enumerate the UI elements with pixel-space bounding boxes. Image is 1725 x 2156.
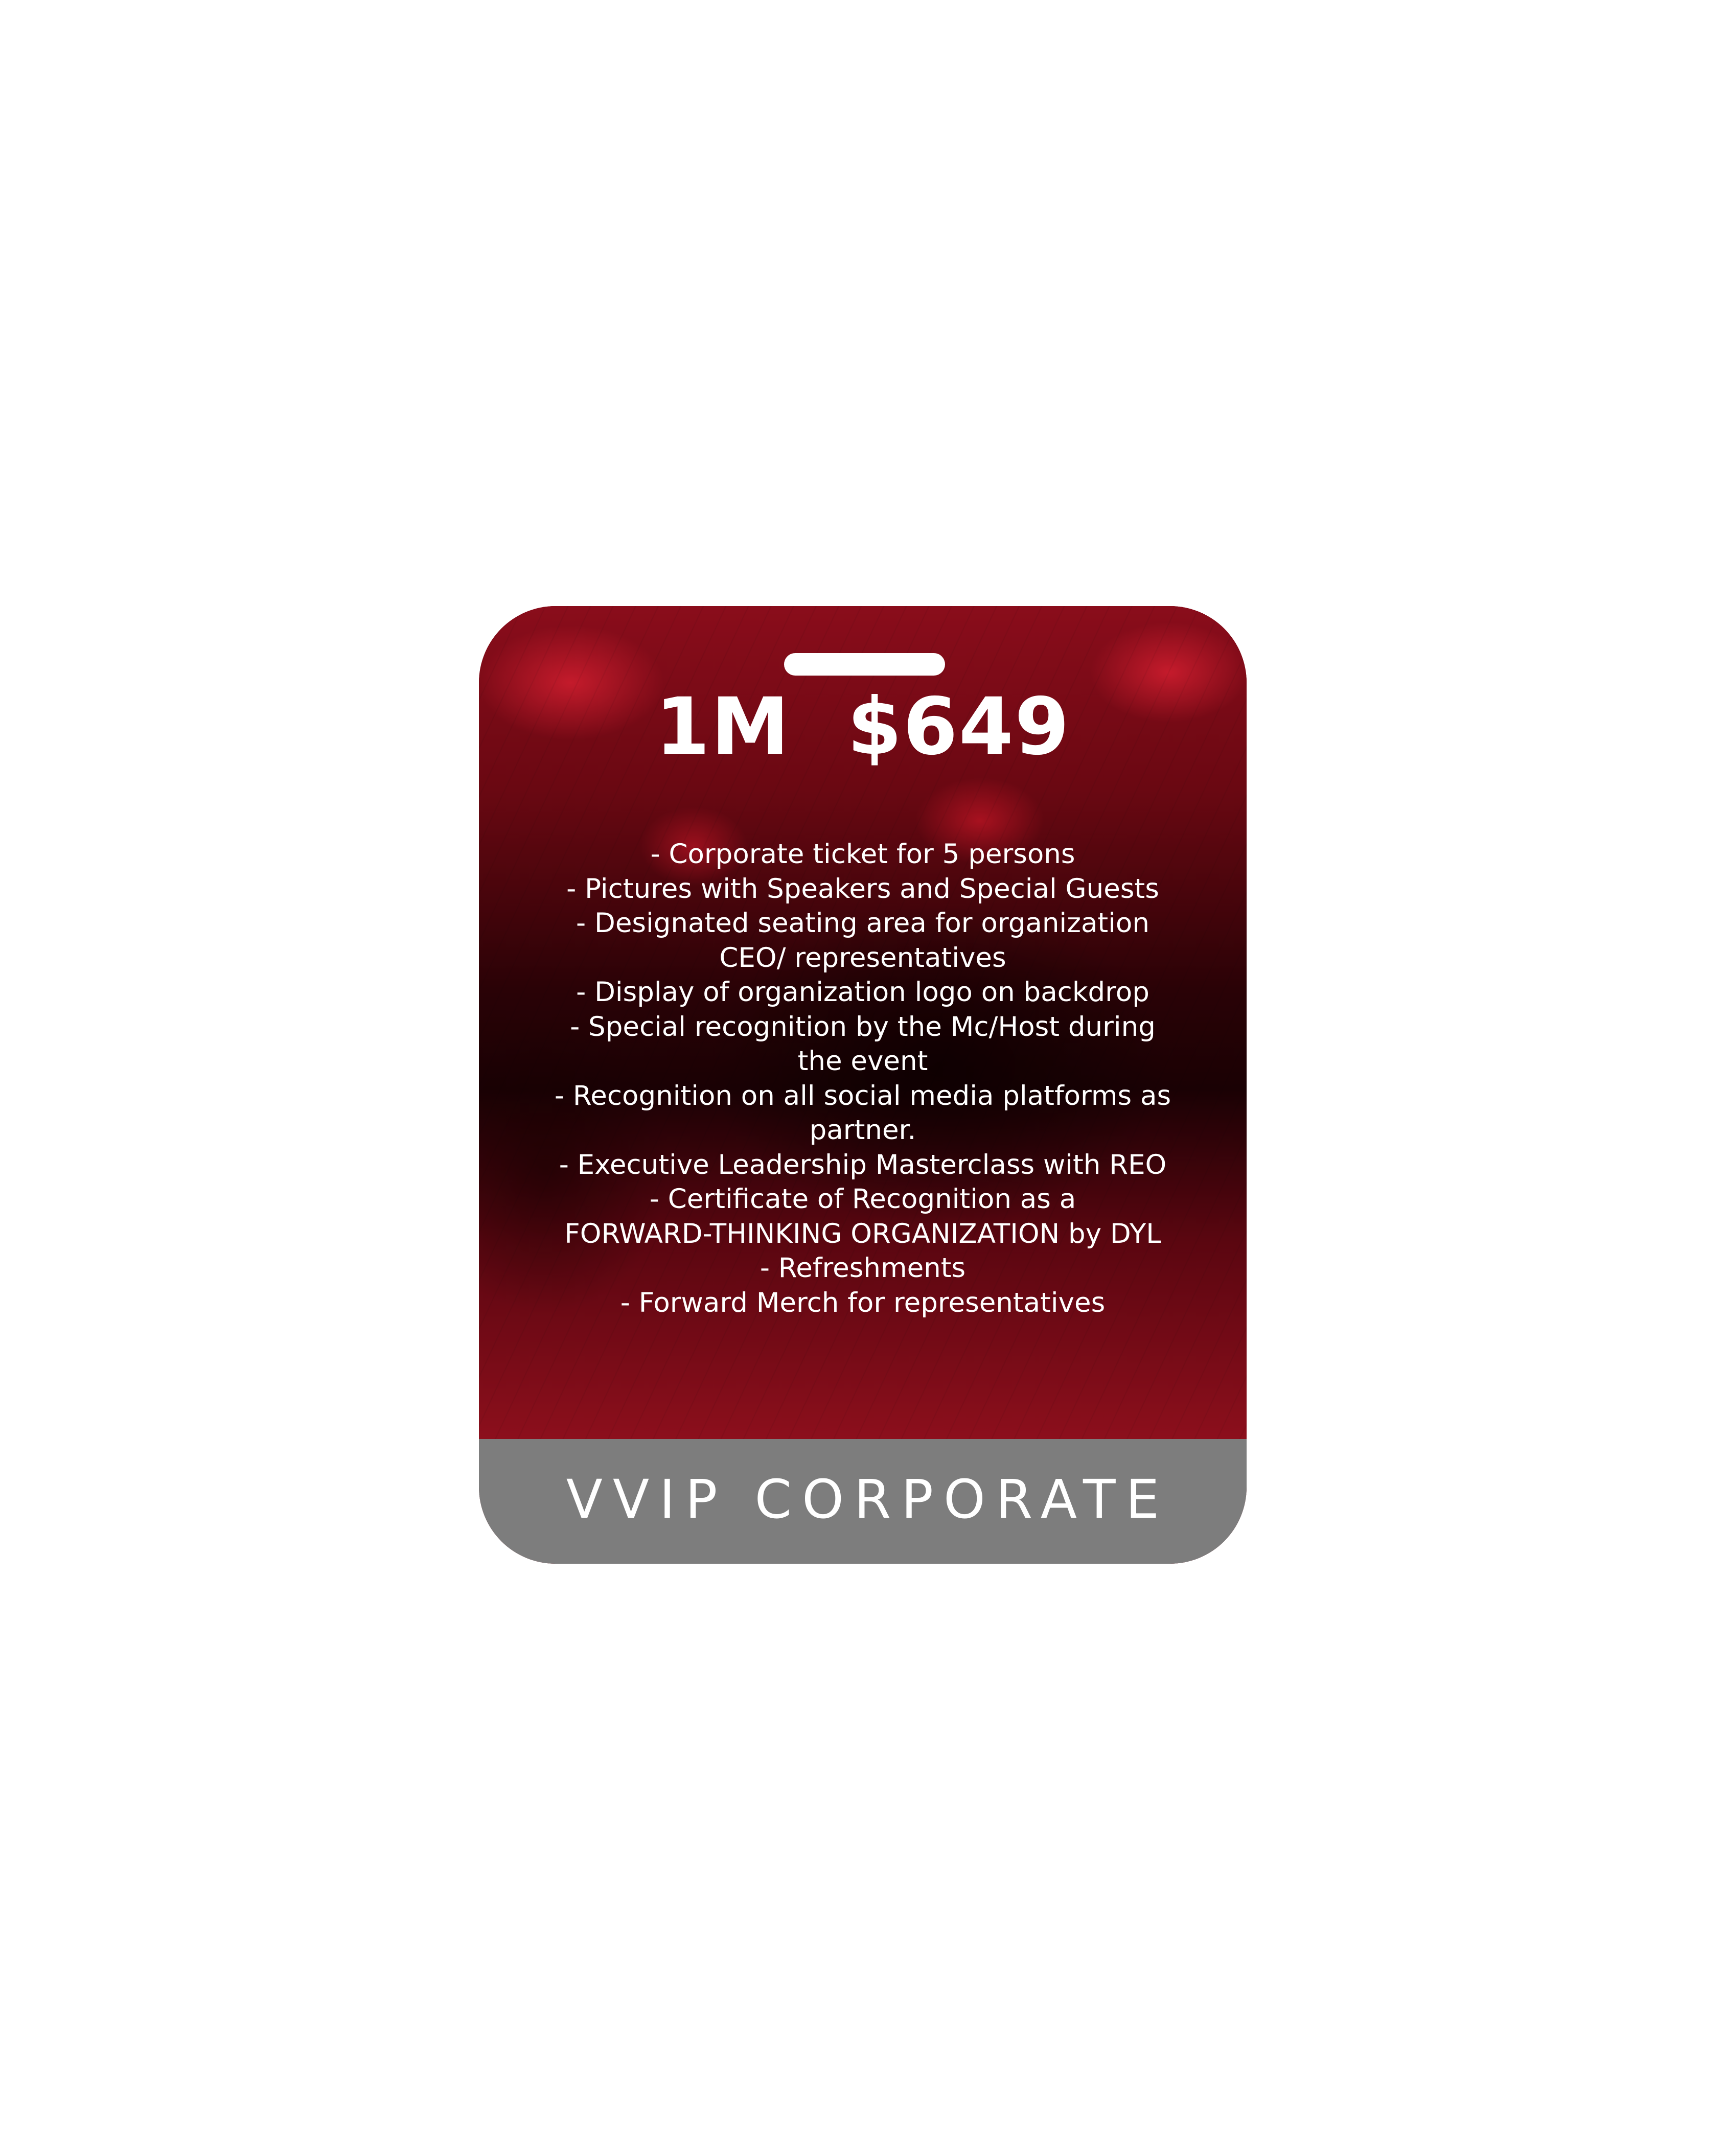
feature-item: - Forward Merch for representatives <box>620 1287 1106 1318</box>
ticket-badge: 1M $649 - Corporate ticket for 5 persons… <box>479 606 1247 1564</box>
feature-item: - Refreshments <box>760 1253 966 1284</box>
feature-list: - Corporate ticket for 5 persons - Pictu… <box>499 837 1226 1320</box>
feature-item: - Recognition on all social media platfo… <box>554 1080 1171 1146</box>
feature-item: - Special recognition by the Mc/Host dur… <box>570 1011 1156 1077</box>
feature-item: - Certificate of Recognition as a FORWAR… <box>564 1184 1161 1249</box>
feature-item: - Display of organization logo on backdr… <box>576 977 1149 1008</box>
tier-label: VVIP CORPORATE <box>566 1468 1170 1531</box>
feature-item: - Corporate ticket for 5 persons <box>650 839 1075 870</box>
ticket-price: 1M $649 <box>655 681 1071 773</box>
lanyard-slot <box>784 653 945 676</box>
feature-item: - Designated seating area for organizati… <box>576 908 1149 973</box>
tier-footer: VVIP CORPORATE <box>479 1439 1247 1564</box>
feature-item: - Pictures with Speakers and Special Gue… <box>566 873 1159 905</box>
feature-item: - Executive Leadership Masterclass with … <box>559 1149 1167 1180</box>
